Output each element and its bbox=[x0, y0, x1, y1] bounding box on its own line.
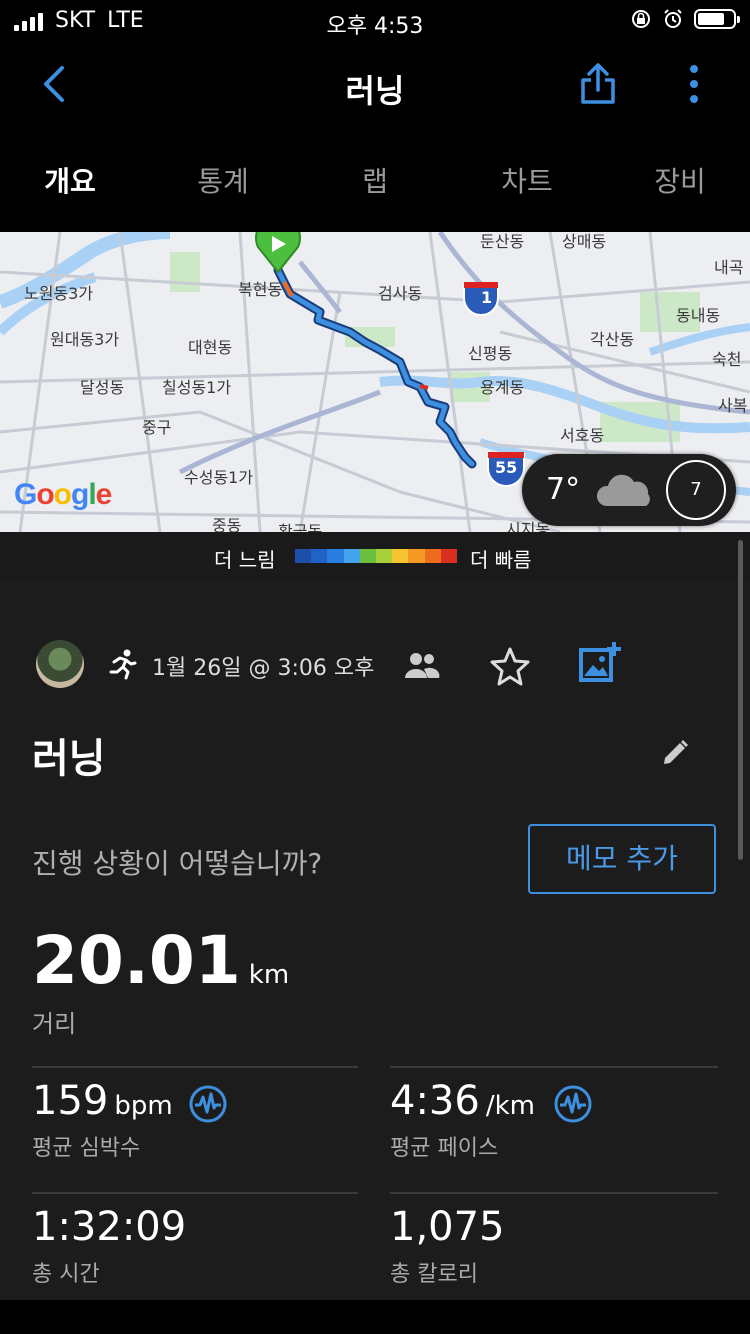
map-label: 각산동 bbox=[590, 330, 635, 349]
tab-gear[interactable]: 장비 bbox=[654, 160, 706, 200]
scroll-indicator bbox=[738, 540, 743, 860]
divider bbox=[32, 1192, 358, 1194]
map-label: 노원동3가 bbox=[24, 284, 94, 303]
total-time-value: 1:32:09 bbox=[32, 1204, 187, 1250]
avg-pace-unit: /km bbox=[485, 1091, 535, 1121]
distance-stat: 20.01 km bbox=[32, 922, 289, 999]
divider bbox=[390, 1066, 718, 1068]
avatar[interactable] bbox=[36, 640, 84, 688]
pace-color-swatch bbox=[376, 549, 393, 563]
total-time-label: 총 시간 bbox=[32, 1262, 100, 1287]
chart-pulse-icon[interactable] bbox=[553, 1084, 593, 1124]
more-options-icon[interactable] bbox=[684, 64, 704, 104]
activity-title: 러닝 bbox=[32, 736, 106, 782]
star-icon[interactable] bbox=[490, 646, 530, 686]
page-title: 러닝 bbox=[345, 72, 405, 110]
people-icon[interactable] bbox=[404, 650, 440, 680]
highway-shield-label: 55 bbox=[495, 458, 518, 477]
highway-shield-label: 1 bbox=[481, 288, 493, 307]
map-label: 상매동 bbox=[562, 232, 607, 251]
map-label: 달성동 bbox=[80, 378, 125, 397]
map-label: 복현동 bbox=[238, 280, 283, 299]
add-memo-button[interactable]: 메모 추가 bbox=[528, 824, 716, 894]
weather-widget[interactable]: 7° 7 bbox=[522, 454, 736, 526]
calories-value: 1,075 bbox=[390, 1204, 505, 1250]
pace-color-swatch bbox=[327, 549, 344, 563]
legend-fast-label: 더 빠름 bbox=[470, 548, 532, 572]
map-label: 원대동3가 bbox=[50, 330, 120, 349]
tab-laps[interactable]: 랩 bbox=[362, 160, 388, 200]
temperature: 7° bbox=[546, 472, 581, 507]
status-bar: SKT LTE 오후 4:53 bbox=[0, 0, 750, 40]
map-label: 동내동 bbox=[676, 306, 721, 325]
tab-bar: 개요 통계 랩 차트 장비 bbox=[0, 150, 750, 210]
avg-pace-label: 평균 페이스 bbox=[390, 1136, 499, 1161]
total-time-stat: 1:32:09 bbox=[32, 1204, 186, 1250]
avg-pace-value: 4:36 bbox=[390, 1078, 480, 1124]
google-logo: Google bbox=[14, 478, 112, 511]
activity-meta-row: 1월 26일 @ 3:06 오후 bbox=[0, 640, 750, 690]
pace-color-swatch bbox=[311, 549, 328, 563]
cloud-icon bbox=[596, 474, 650, 506]
divider bbox=[390, 1192, 718, 1194]
pace-legend: 더 느림 더 빠름 bbox=[0, 532, 750, 580]
pace-color-swatch bbox=[408, 549, 425, 563]
add-photo-icon[interactable] bbox=[578, 640, 622, 684]
map-label: 용계동 bbox=[480, 378, 525, 397]
navigation-bar: 러닝 bbox=[0, 44, 750, 124]
divider bbox=[32, 1066, 358, 1068]
pace-color-swatch bbox=[440, 549, 458, 563]
map-label: 둔산동 bbox=[480, 232, 525, 251]
avg-hr-value: 159 bbox=[32, 1078, 109, 1124]
distance-unit: km bbox=[248, 960, 290, 990]
map-label: 신평동 bbox=[468, 344, 513, 363]
calories-label: 총 칼로리 bbox=[390, 1262, 478, 1287]
map-label: 대현동 bbox=[188, 338, 233, 357]
share-icon[interactable] bbox=[578, 62, 618, 106]
pace-color-swatch bbox=[295, 549, 312, 563]
tab-charts[interactable]: 차트 bbox=[501, 160, 553, 200]
progress-prompt: 진행 상황이 어떻습니까? bbox=[32, 847, 323, 880]
battery-icon bbox=[694, 9, 740, 29]
tab-stats[interactable]: 통계 bbox=[197, 160, 249, 200]
map-label: 황금동 bbox=[278, 522, 323, 532]
pace-color-swatch bbox=[424, 549, 441, 563]
distance-label: 거리 bbox=[32, 1010, 77, 1038]
map-label: 서호동 bbox=[560, 426, 605, 445]
edit-pencil-icon[interactable] bbox=[660, 738, 690, 768]
pace-color-swatch bbox=[343, 549, 360, 563]
calories-stat: 1,075 bbox=[390, 1204, 505, 1250]
avg-hr-stat: 159 bpm bbox=[32, 1078, 173, 1124]
orientation-lock-icon bbox=[632, 10, 650, 28]
tab-overview[interactable]: 개요 bbox=[44, 160, 96, 200]
running-icon bbox=[109, 649, 137, 680]
route-map[interactable]: 1 55 노원동3가 원대동3가 대현동 달성동 칠성동1가 중구 수성동1가 … bbox=[0, 232, 750, 532]
map-label: 중동 bbox=[212, 516, 242, 532]
map-label: 중구 bbox=[142, 418, 172, 437]
chart-pulse-icon[interactable] bbox=[188, 1084, 228, 1124]
alarm-icon bbox=[664, 9, 682, 28]
wind-speed-dial: 7 bbox=[666, 460, 726, 520]
map-label: 내곡 bbox=[714, 258, 744, 277]
avg-hr-label: 평균 심박수 bbox=[32, 1136, 141, 1161]
pace-color-swatch bbox=[392, 549, 409, 563]
legend-slow-label: 더 느림 bbox=[214, 548, 276, 572]
map-label: 숙천 bbox=[712, 350, 742, 369]
pace-color-swatch bbox=[359, 549, 377, 563]
map-label: 검사동 bbox=[378, 284, 423, 303]
activity-date: 1월 26일 @ 3:06 오후 bbox=[152, 656, 375, 681]
distance-value: 20.01 bbox=[32, 922, 241, 999]
map-label: 수성동1가 bbox=[184, 468, 254, 487]
map-label: 칠성동1가 bbox=[162, 378, 232, 397]
avg-hr-unit: bpm bbox=[114, 1091, 173, 1121]
pace-color-scale bbox=[295, 549, 458, 563]
map-label: 사복 bbox=[718, 396, 748, 415]
avg-pace-stat: 4:36/km bbox=[390, 1078, 535, 1124]
